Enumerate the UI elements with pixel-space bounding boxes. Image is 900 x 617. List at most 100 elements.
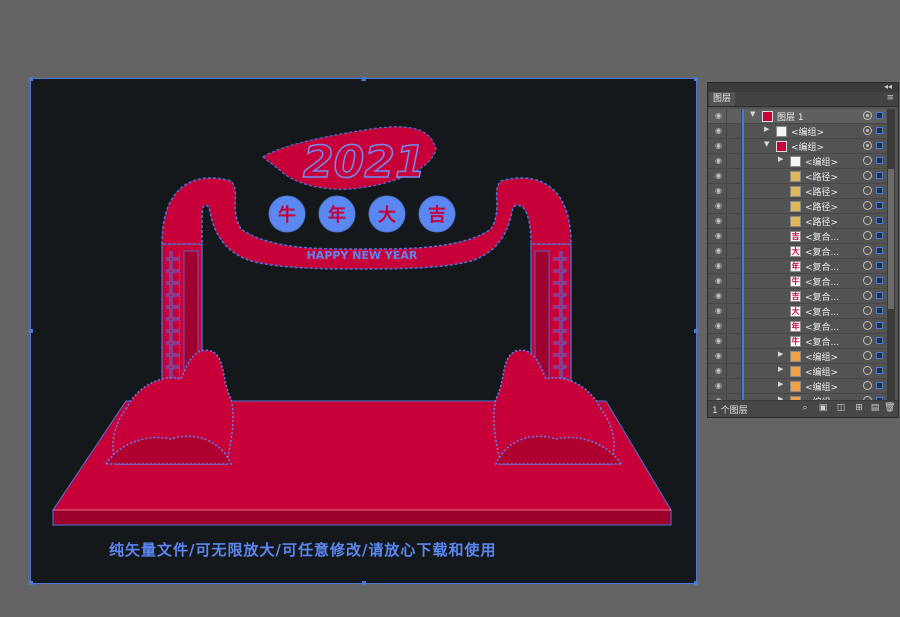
layer-name[interactable]: <复合... bbox=[805, 335, 839, 348]
layer-name[interactable]: <路径> bbox=[805, 215, 838, 228]
layer-name[interactable]: <编组> bbox=[805, 365, 838, 378]
layer-row[interactable]: ◉ <路径> bbox=[708, 199, 886, 214]
target-circle-icon[interactable] bbox=[863, 216, 872, 225]
target-circle-icon[interactable] bbox=[863, 276, 872, 285]
layer-name[interactable]: <编组> bbox=[791, 125, 824, 138]
selection-indicator[interactable] bbox=[876, 217, 883, 224]
expand-right-icon[interactable]: ▶ bbox=[778, 380, 783, 388]
collapse-icon[interactable]: ◂◂ bbox=[884, 82, 892, 91]
layer-name[interactable]: 图层 1 bbox=[777, 110, 804, 123]
visibility-eye-icon[interactable]: ◉ bbox=[711, 199, 727, 213]
selection-handle[interactable] bbox=[29, 581, 33, 585]
visibility-eye-icon[interactable]: ◉ bbox=[711, 139, 727, 153]
lock-toggle[interactable] bbox=[727, 349, 742, 363]
selection-indicator[interactable] bbox=[876, 127, 883, 134]
medallion-3[interactable]: 大 bbox=[368, 195, 406, 233]
visibility-eye-icon[interactable]: ◉ bbox=[711, 259, 727, 273]
new-layer-icon[interactable]: ▤ bbox=[870, 403, 880, 413]
medallion-4[interactable]: 吉 bbox=[418, 195, 456, 233]
layer-name[interactable]: <复合... bbox=[805, 275, 839, 288]
layer-name[interactable]: <编组> bbox=[805, 155, 838, 168]
expand-down-icon[interactable]: ▼ bbox=[750, 110, 755, 118]
selection-handle[interactable] bbox=[694, 581, 698, 585]
selection-handle[interactable] bbox=[362, 77, 366, 81]
selection-indicator[interactable] bbox=[876, 307, 883, 314]
target-circle-icon[interactable] bbox=[863, 186, 872, 195]
visibility-eye-icon[interactable]: ◉ bbox=[711, 364, 727, 378]
layer-row[interactable]: ◉ 大 <复合... bbox=[708, 244, 886, 259]
delete-icon[interactable]: 🗑 bbox=[884, 403, 895, 413]
visibility-eye-icon[interactable]: ◉ bbox=[711, 124, 727, 138]
layer-row[interactable]: ◉ ▶ <编组> bbox=[708, 379, 886, 394]
visibility-eye-icon[interactable]: ◉ bbox=[711, 319, 727, 333]
lock-toggle[interactable] bbox=[727, 319, 742, 333]
lock-toggle[interactable] bbox=[727, 244, 742, 258]
target-circle-icon[interactable] bbox=[863, 351, 872, 360]
layer-row[interactable]: ◉ ▼ 图层 1 bbox=[708, 109, 886, 124]
layer-row[interactable]: ◉ 年 <复合... bbox=[708, 259, 886, 274]
layer-name[interactable]: <复合... bbox=[805, 305, 839, 318]
selection-indicator[interactable] bbox=[876, 262, 883, 269]
lock-toggle[interactable] bbox=[727, 304, 742, 318]
target-circle-icon[interactable] bbox=[863, 306, 872, 315]
visibility-eye-icon[interactable]: ◉ bbox=[711, 184, 727, 198]
expand-right-icon[interactable]: ▶ bbox=[778, 350, 783, 358]
visibility-eye-icon[interactable]: ◉ bbox=[711, 289, 727, 303]
layer-row[interactable]: ◉ ▶ <编组> bbox=[708, 124, 886, 139]
lock-toggle[interactable] bbox=[727, 139, 742, 153]
target-circle-icon[interactable] bbox=[863, 291, 872, 300]
selection-handle[interactable] bbox=[694, 329, 698, 333]
target-circle-icon[interactable] bbox=[863, 126, 872, 135]
artwork-canvas[interactable]: 2021 牛 年 大 吉 HAPPY NEW YEAR bbox=[31, 79, 696, 583]
layer-row[interactable]: ◉ ▶ <编组> bbox=[708, 349, 886, 364]
selection-handle[interactable] bbox=[362, 581, 366, 585]
visibility-eye-icon[interactable]: ◉ bbox=[711, 229, 727, 243]
scrollbar-thumb[interactable] bbox=[888, 169, 894, 309]
layer-row[interactable]: ◉ 吉 <复合... bbox=[708, 289, 886, 304]
lock-toggle[interactable] bbox=[727, 109, 742, 123]
lock-toggle[interactable] bbox=[727, 214, 742, 228]
layer-row[interactable]: ◉ ▶ <编组> bbox=[708, 154, 886, 169]
layer-row[interactable]: ◉ 吉 <复合... bbox=[708, 229, 886, 244]
target-circle-icon[interactable] bbox=[863, 201, 872, 210]
target-circle-icon[interactable] bbox=[863, 321, 872, 330]
banner-text[interactable]: HAPPY NEW YEAR bbox=[307, 249, 418, 262]
lock-toggle[interactable] bbox=[727, 334, 742, 348]
search-icon[interactable]: ⌕ bbox=[800, 403, 810, 413]
visibility-eye-icon[interactable]: ◉ bbox=[711, 379, 727, 393]
selection-indicator[interactable] bbox=[876, 337, 883, 344]
target-circle-icon[interactable] bbox=[863, 156, 872, 165]
selection-indicator[interactable] bbox=[876, 202, 883, 209]
lock-toggle[interactable] bbox=[727, 364, 742, 378]
target-circle-icon[interactable] bbox=[863, 141, 872, 150]
layer-row[interactable]: ◉ <路径> bbox=[708, 169, 886, 184]
visibility-eye-icon[interactable]: ◉ bbox=[711, 274, 727, 288]
visibility-eye-icon[interactable]: ◉ bbox=[711, 349, 727, 363]
visibility-eye-icon[interactable]: ◉ bbox=[711, 244, 727, 258]
caption-text[interactable]: 纯矢量文件/可无限放大/可任意修改/请放心下载和使用 bbox=[109, 539, 496, 560]
layer-row[interactable]: ◉ 年 <复合... bbox=[708, 319, 886, 334]
lock-toggle[interactable] bbox=[727, 274, 742, 288]
selection-indicator[interactable] bbox=[876, 292, 883, 299]
selection-handle[interactable] bbox=[29, 77, 33, 81]
visibility-eye-icon[interactable]: ◉ bbox=[711, 109, 727, 123]
medallion-2[interactable]: 年 bbox=[318, 195, 356, 233]
layer-name[interactable]: <路径> bbox=[805, 200, 838, 213]
layer-row[interactable]: ◉ 大 <复合... bbox=[708, 304, 886, 319]
layer-name[interactable]: <路径> bbox=[805, 170, 838, 183]
selection-indicator[interactable] bbox=[876, 277, 883, 284]
visibility-eye-icon[interactable]: ◉ bbox=[711, 169, 727, 183]
visibility-eye-icon[interactable]: ◉ bbox=[711, 334, 727, 348]
visibility-eye-icon[interactable]: ◉ bbox=[711, 154, 727, 168]
layer-row[interactable]: ◉ ▼ <编组> bbox=[708, 139, 886, 154]
lock-toggle[interactable] bbox=[727, 259, 742, 273]
target-circle-icon[interactable] bbox=[863, 261, 872, 270]
visibility-eye-icon[interactable]: ◉ bbox=[711, 214, 727, 228]
layer-row[interactable]: ◉ 牛 <复合... bbox=[708, 274, 886, 289]
lock-toggle[interactable] bbox=[727, 379, 742, 393]
target-circle-icon[interactable] bbox=[863, 171, 872, 180]
selection-indicator[interactable] bbox=[876, 322, 883, 329]
layer-name[interactable]: <复合... bbox=[805, 245, 839, 258]
target-circle-icon[interactable] bbox=[863, 111, 872, 120]
tab-layers[interactable]: 图层 bbox=[709, 92, 736, 106]
